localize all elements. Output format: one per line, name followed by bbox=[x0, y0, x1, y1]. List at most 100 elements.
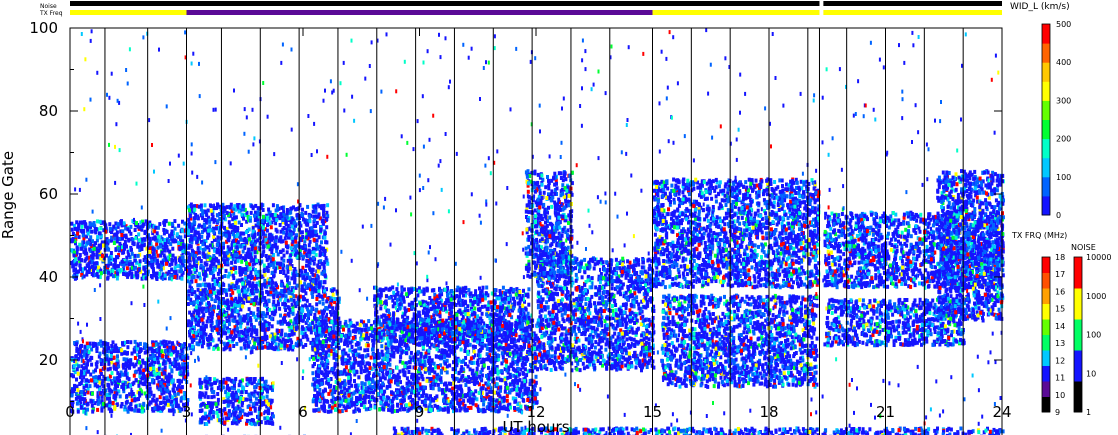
scatter-cell bbox=[241, 304, 244, 308]
scatter-cell bbox=[89, 235, 92, 239]
scatter-cell bbox=[202, 298, 205, 302]
scatter-cell bbox=[119, 237, 122, 241]
scatter-cell bbox=[86, 345, 89, 349]
scatter-cell bbox=[82, 375, 85, 379]
scatter-cell bbox=[181, 255, 184, 259]
scatter-cell bbox=[121, 229, 124, 233]
scatter-cell bbox=[71, 239, 74, 243]
scatter-cell bbox=[96, 360, 99, 364]
scatter-cell bbox=[193, 301, 196, 305]
scatter-cell bbox=[75, 220, 78, 224]
scatter-cell bbox=[130, 402, 133, 406]
scatter-cell bbox=[92, 256, 95, 260]
scatter-cell bbox=[196, 300, 199, 304]
scatter-cell bbox=[87, 402, 90, 406]
scatter-cell bbox=[108, 388, 111, 392]
scatter-cell bbox=[121, 402, 124, 406]
scatter-cell bbox=[127, 410, 130, 414]
scatter-cell bbox=[319, 315, 322, 319]
scatter-cell bbox=[315, 297, 318, 301]
scatter-cell bbox=[110, 251, 113, 255]
scatter-cell bbox=[85, 378, 88, 382]
scatter-cell bbox=[99, 231, 102, 235]
scatter-cell bbox=[292, 294, 295, 298]
scatter-cell bbox=[229, 300, 232, 304]
scatter-cell bbox=[115, 265, 118, 269]
scatter-cell bbox=[277, 337, 280, 341]
scatter-cell bbox=[123, 357, 126, 361]
scatter-cell bbox=[311, 295, 314, 299]
scatter-cell bbox=[276, 294, 279, 298]
scatter-cell bbox=[171, 247, 174, 251]
txfreq-bar bbox=[70, 10, 1002, 15]
scatter-cell bbox=[331, 306, 334, 310]
scatter-cell bbox=[227, 305, 230, 309]
scatter-cell bbox=[302, 345, 305, 349]
scatter-cell bbox=[131, 398, 134, 402]
scatter-cell bbox=[213, 291, 216, 295]
scatter-cell bbox=[261, 336, 264, 340]
scatter-cell bbox=[144, 361, 147, 365]
scatter-cell bbox=[109, 227, 112, 231]
scatter-cell bbox=[217, 347, 220, 351]
scatter-cell bbox=[177, 264, 180, 268]
scatter-cell bbox=[134, 228, 137, 232]
scatter-cell bbox=[120, 221, 123, 225]
scatter-cell bbox=[116, 239, 119, 243]
scatter-cell bbox=[195, 331, 198, 335]
scatter-cell bbox=[127, 253, 130, 257]
scatter-cell bbox=[153, 406, 156, 410]
scatter-cell bbox=[247, 345, 250, 349]
noise-label: Noise bbox=[40, 3, 57, 10]
scatter-cell bbox=[229, 347, 232, 351]
scatter-cell bbox=[98, 399, 101, 403]
scatter-cell bbox=[217, 292, 220, 296]
scatter-cell bbox=[302, 327, 305, 331]
scatter-cell bbox=[114, 258, 117, 262]
scatter-cell bbox=[103, 270, 106, 274]
scatter-cell bbox=[188, 343, 191, 347]
scatter-cell bbox=[71, 394, 74, 398]
scatter-cell bbox=[114, 344, 117, 348]
scatter-cell bbox=[113, 241, 116, 245]
scatter-cell bbox=[135, 378, 138, 382]
scatter-cell bbox=[197, 321, 200, 325]
scatter-cell bbox=[113, 376, 116, 380]
scatter-cell bbox=[191, 344, 194, 348]
scatter-cell bbox=[287, 347, 290, 351]
scatter-cell bbox=[183, 259, 186, 263]
scatter-cell bbox=[149, 400, 152, 404]
scatter-cell bbox=[241, 298, 244, 302]
scatter-cell bbox=[169, 242, 172, 246]
scatter-cell bbox=[165, 340, 168, 344]
scatter-cell bbox=[122, 263, 125, 267]
scatter-cell bbox=[266, 346, 269, 350]
scatter-cell bbox=[246, 322, 249, 326]
scatter-cell bbox=[90, 356, 93, 360]
scatter-cell bbox=[152, 247, 155, 251]
scatter-cell bbox=[195, 305, 198, 309]
scatter-cell bbox=[125, 401, 128, 405]
scatter-cell bbox=[75, 397, 78, 401]
noise-segment bbox=[823, 1, 1002, 6]
scatter-cell bbox=[78, 382, 81, 386]
scatter-cell bbox=[200, 292, 203, 296]
scatter-cell bbox=[128, 262, 131, 266]
scatter-cell bbox=[198, 339, 201, 343]
scatter-cell bbox=[333, 297, 336, 301]
scatter-cell bbox=[100, 271, 103, 275]
scatter-cell bbox=[240, 346, 243, 350]
scatter-cell bbox=[199, 302, 202, 306]
scatter-cell bbox=[160, 349, 163, 353]
scatter-cell bbox=[199, 331, 202, 335]
scatter-cell bbox=[116, 354, 119, 358]
scatter-cell bbox=[286, 322, 289, 326]
scatter-cell bbox=[213, 305, 216, 309]
scatter-cell bbox=[100, 226, 103, 230]
scatter-cell bbox=[106, 397, 109, 401]
scatter-cell bbox=[168, 270, 171, 274]
scatter-cell bbox=[123, 351, 126, 355]
scatter-cell bbox=[89, 260, 92, 264]
scatter-cell bbox=[168, 222, 171, 226]
scatter-cell bbox=[159, 245, 162, 249]
